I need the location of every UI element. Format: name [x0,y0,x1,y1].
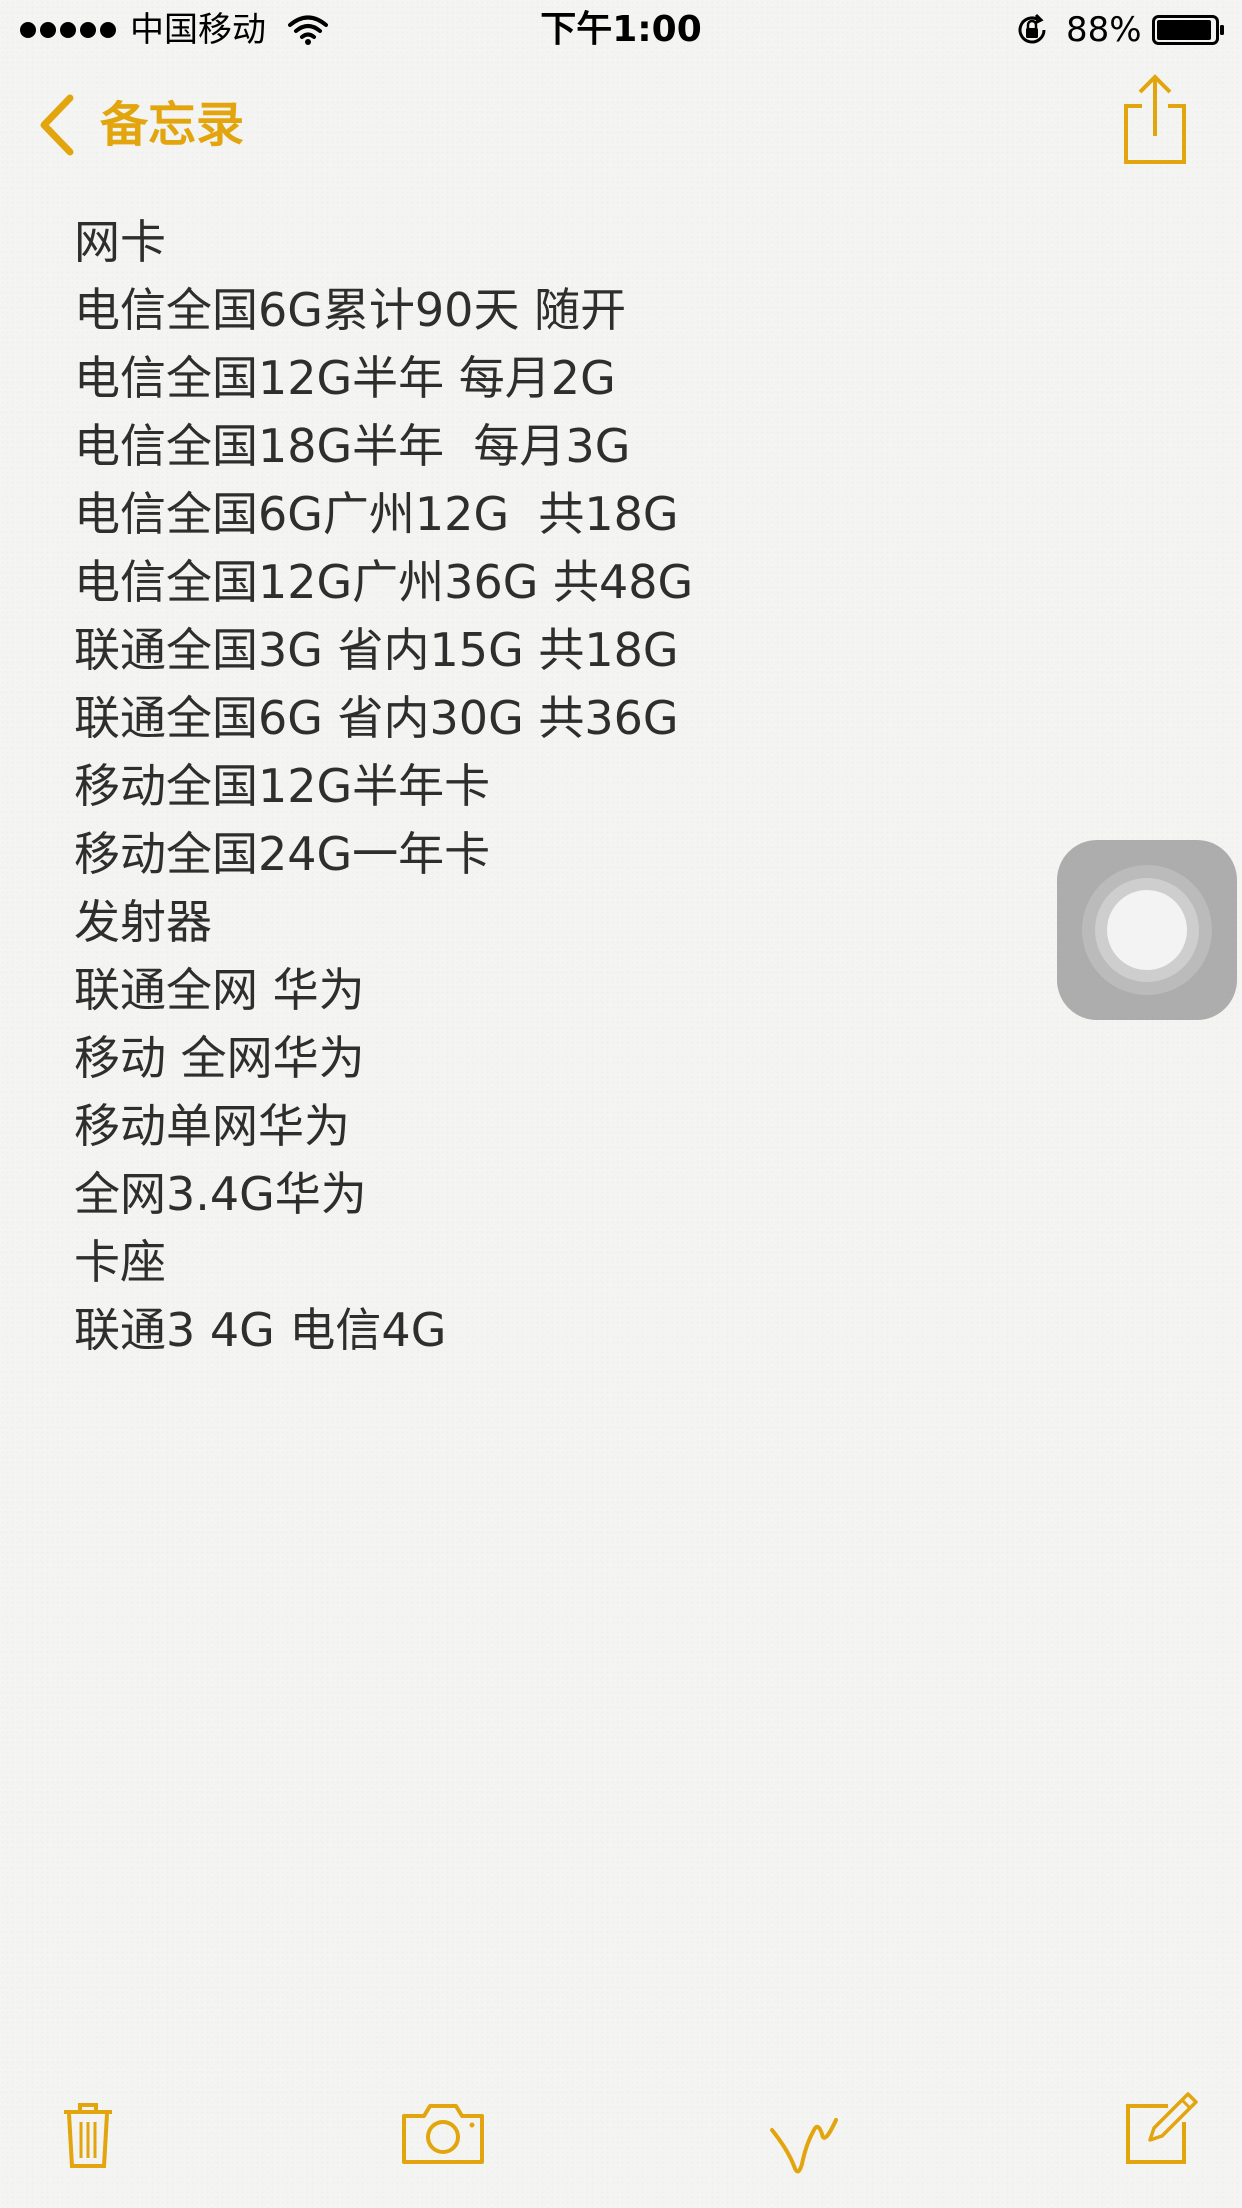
battery-icon [1152,15,1224,45]
note-line: 电信全国12G广州36G 共48G [74,555,694,609]
clock: 下午1:00 [540,9,702,50]
note-line: 电信全国6G广州12G 共18G [74,487,679,541]
note-line: 全网3.4G华为 [74,1167,367,1221]
note-line: 联通全网 华为 [74,963,365,1017]
assistive-touch-button[interactable] [1057,840,1237,1020]
back-label: 备忘录 [100,97,245,153]
note-line: 联通全国6G 省内30G 共36G [74,691,679,745]
note-line: 网卡 [74,215,166,269]
rotation-lock-icon [1018,13,1046,44]
sketch-button[interactable] [768,2100,840,2178]
note-line: 发射器 [74,895,212,949]
camera-icon [402,2104,484,2164]
note-line: 移动全国24G一年卡 [74,827,491,881]
compose-icon [1126,2092,1198,2164]
note-line: 卡座 [74,1235,166,1289]
note-line: 电信全国6G累计90天 随开 [74,283,627,337]
back-button[interactable]: 备忘录 [36,90,244,160]
note-line: 移动全国12G半年卡 [74,759,491,813]
compose-button[interactable] [1124,2092,1198,2166]
delete-button[interactable] [62,2100,114,2170]
trash-icon [64,2103,112,2168]
share-icon[interactable] [1120,74,1190,166]
bottom-toolbar [0,2090,1242,2200]
note-content[interactable]: 网卡 电信全国6G累计90天 随开 电信全国12G半年 每月2G 电信全国18G… [74,208,1074,1364]
note-line: 移动 全网华为 [74,1031,365,1085]
status-bar: 中国移动 下午1:00 88% [0,0,1242,60]
camera-button[interactable] [400,2100,486,2166]
note-line: 电信全国18G半年 每月3G [74,419,631,473]
navigation-bar: 备忘录 [0,70,1242,180]
battery-percent: 88% [1066,10,1142,50]
note-line: 移动单网华为 [74,1099,350,1153]
chevron-left-icon [40,94,74,156]
sketch-icon [770,2118,838,2174]
note-line: 联通全国3G 省内15G 共18G [74,623,679,677]
assistive-touch-icon [1107,890,1187,970]
note-line: 电信全国12G半年 每月2G [74,351,616,405]
note-line: 联通3 4G 电信4G [74,1303,447,1357]
